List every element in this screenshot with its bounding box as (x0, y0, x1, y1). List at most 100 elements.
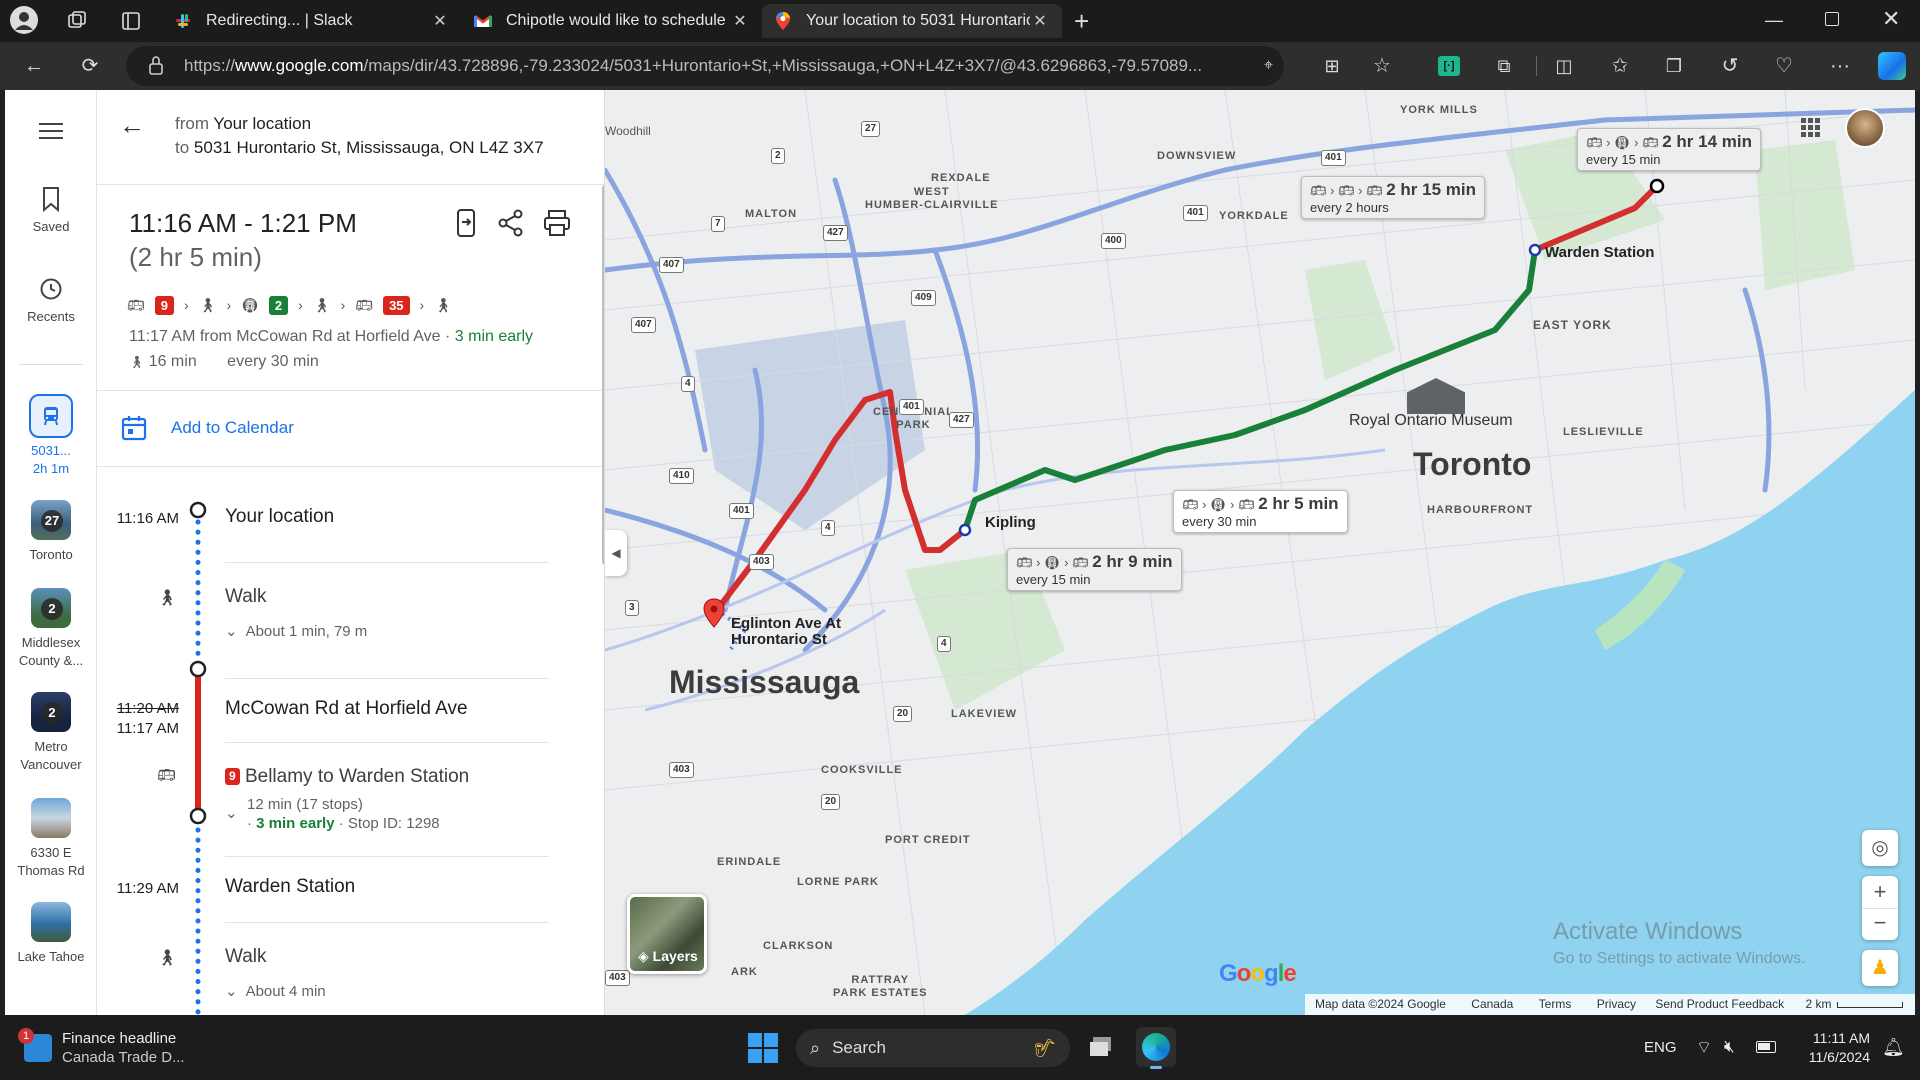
collections-icon[interactable]: ❐ (1656, 50, 1692, 82)
walk-frequency-info: 🚶︎ 16 min every 30 min (129, 353, 319, 371)
search-box[interactable]: ⌕ Search 🎷︎ (796, 1029, 1070, 1067)
highway-shield: 4 (937, 636, 951, 652)
send-to-phone-icon[interactable] (455, 208, 477, 243)
tab-google-maps[interactable]: Your location to 5031 Hurontario ✕ (762, 4, 1062, 38)
route-option-callout[interactable]: 🚌︎ › 🚇︎ › 🚌︎ 2 hr 9 min every 15 min (1007, 548, 1182, 591)
chevron-right-icon: › (184, 297, 189, 313)
walk-detail-toggle[interactable]: ⌄ About 4 min (225, 982, 326, 1000)
bus-step[interactable]: 9 Bellamy to Warden Station (225, 766, 469, 788)
step-place[interactable]: Your location (225, 506, 334, 528)
start-button[interactable] (748, 1033, 778, 1068)
favorite-star-icon[interactable]: ☆ (1364, 50, 1400, 82)
favorites-icon[interactable]: ✩ (1602, 50, 1638, 82)
tab-title: Redirecting... | Slack (206, 12, 353, 29)
layers-button[interactable]: ◈ Layers (627, 894, 707, 974)
wifi-icon[interactable]: ⌔ (1696, 1037, 1712, 1058)
tab-strip: Redirecting... | Slack ✕ Chipotle would … (0, 0, 1920, 42)
add-to-calendar-button[interactable]: Add to Calendar (121, 408, 294, 448)
close-tab-icon[interactable]: ✕ (430, 11, 450, 31)
recents-button[interactable]: Recents (5, 276, 97, 326)
scale-label[interactable]: 2 km (1805, 997, 1831, 1011)
recents-label: Recents (27, 309, 75, 324)
back-icon[interactable]: ← (16, 50, 52, 82)
zoom-out-button[interactable]: − (1862, 908, 1898, 940)
menu-icon[interactable] (39, 122, 63, 140)
highway-shield: 401 (899, 399, 924, 415)
lock-icon[interactable] (148, 46, 164, 86)
close-tab-icon[interactable]: ✕ (1030, 11, 1050, 31)
terms-link[interactable]: Terms (1539, 997, 1572, 1011)
back-arrow-icon[interactable]: ← (119, 110, 145, 141)
from-value[interactable]: Your location (213, 114, 311, 133)
step-place[interactable]: Warden Station (225, 876, 355, 898)
battery-icon[interactable] (1756, 1041, 1776, 1053)
edge-taskbar-icon[interactable] (1136, 1027, 1176, 1069)
walk-icon: 🚶︎ (157, 950, 178, 967)
news-widget[interactable]: 1 Finance headline Canada Trade D... (18, 1028, 185, 1067)
tab-title: Your location to 5031 Hurontario (806, 12, 1030, 29)
tab-gmail[interactable]: Chipotle would like to schedule a ✕ (462, 4, 762, 38)
privacy-link[interactable]: Privacy (1597, 997, 1636, 1011)
my-location-button[interactable]: ◎ (1862, 830, 1898, 866)
copilot-icon[interactable] (1878, 52, 1906, 80)
extensions-icon[interactable]: ⧉ (1486, 50, 1522, 82)
destination-pin-icon[interactable] (703, 598, 725, 628)
highway-shield: 407 (659, 257, 684, 273)
close-tab-icon[interactable]: ✕ (730, 11, 750, 31)
saved-button[interactable]: Saved (5, 186, 97, 236)
map-canvas[interactable]: Woodhill YORK MILLS DOWNSVIEW REXDALE WE… (605, 90, 1915, 1015)
tab-actions-icon[interactable] (120, 10, 142, 32)
walk-icon: 🚶︎ (312, 296, 331, 313)
feedback-link[interactable]: Send Product Feedback (1655, 997, 1784, 1011)
route-option-callout[interactable]: 🚌︎ › 🚌︎ › 🚌︎ 2 hr 15 min every 2 hours (1301, 176, 1486, 219)
restore-icon[interactable] (1825, 12, 1839, 26)
volume-muted-icon[interactable]: 🔇︎ (1724, 1037, 1735, 1057)
new-tab-icon[interactable]: + (1074, 6, 1089, 37)
early-status: 3 min early (454, 328, 534, 345)
clock[interactable]: 11:11 AM 11/6/2024 (1790, 1029, 1870, 1067)
step-place[interactable]: McCowan Rd at Horfield Ave (225, 698, 468, 720)
station-label-warden[interactable]: Warden Station (1545, 244, 1654, 261)
subway-icon: 🚇︎ (241, 296, 259, 313)
more-menu-icon[interactable]: ··· (1822, 50, 1858, 82)
refresh-icon[interactable]: ⟳ (72, 50, 108, 82)
workspaces-icon[interactable] (66, 10, 88, 32)
divider (97, 466, 604, 467)
place-thumbnail (31, 902, 71, 942)
walk-detail-toggle[interactable]: ⌄ About 1 min, 79 m (225, 622, 367, 640)
print-icon[interactable] (543, 208, 571, 243)
split-screen-icon[interactable]: ◫ (1546, 50, 1582, 82)
task-view-icon[interactable] (1088, 1035, 1114, 1059)
notification-bell-icon[interactable]: 🔔︎ (1882, 1037, 1905, 1058)
avatar[interactable] (1845, 108, 1885, 148)
share-icon[interactable] (497, 208, 525, 243)
to-value[interactable]: 5031 Hurontario St, Mississauga, ON L4Z … (194, 138, 544, 157)
map-label: CLARKSON (763, 940, 834, 952)
browser-essentials-icon[interactable]: ♡ (1766, 50, 1802, 82)
recent-place-vancouver[interactable]: 2 Metro Vancouver (5, 692, 97, 774)
street-view-pegman-icon[interactable]: ♟ (1862, 950, 1898, 986)
location-icon[interactable]: ⌖ (1264, 46, 1273, 86)
landmark-label-rom[interactable]: Royal Ontario Museum (1349, 412, 1513, 430)
extension-green-icon[interactable]: [·] (1438, 56, 1460, 76)
zoom-in-button[interactable]: + (1862, 876, 1898, 908)
minimize-icon[interactable]: — (1765, 10, 1783, 31)
address-bar[interactable]: https://www.google.com/maps/dir/43.72889… (126, 46, 1284, 86)
recent-place-toronto[interactable]: 27 Toronto (5, 500, 97, 564)
app-available-icon[interactable]: ⊞ (1314, 50, 1350, 82)
recent-place-lake-tahoe[interactable]: Lake Tahoe (5, 902, 97, 966)
region-link[interactable]: Canada (1471, 997, 1513, 1011)
collapse-panel-button[interactable]: ◀ (605, 530, 627, 576)
route-option-callout[interactable]: 🚌︎ › 🚇︎ › 🚌︎ 2 hr 14 min every 15 min (1577, 128, 1762, 171)
route-option-callout-selected[interactable]: 🚌︎ › 🚇︎ › 🚌︎ 2 hr 5 min every 30 min (1173, 490, 1348, 533)
station-label-kipling[interactable]: Kipling (985, 514, 1036, 531)
language-indicator[interactable]: ENG (1644, 1039, 1677, 1056)
profile-icon[interactable] (10, 6, 38, 34)
tab-slack[interactable]: Redirecting... | Slack ✕ (162, 4, 462, 38)
close-window-icon[interactable]: ✕ (1882, 6, 1900, 32)
recent-place-thomas-rd[interactable]: 6330 E Thomas Rd (5, 798, 97, 880)
history-icon[interactable]: ↺ (1712, 50, 1748, 82)
recent-place-middlesex[interactable]: 2 Middlesex County &... (5, 588, 97, 670)
current-trip-button[interactable]: 5031... 2h 1m (5, 394, 97, 478)
chevron-down-icon[interactable]: ⌄ (225, 804, 238, 822)
